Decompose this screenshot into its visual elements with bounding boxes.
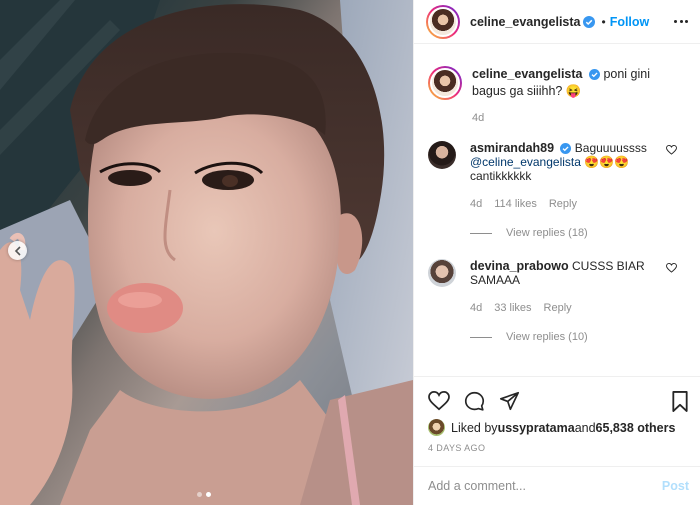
comment-item: asmirandah89 Baguuuussss @celine_evangel… <box>428 141 687 211</box>
bookmark-icon <box>672 390 688 412</box>
comment-avatar[interactable] <box>428 141 456 169</box>
view-replies-label: View replies (18) <box>506 227 588 239</box>
verified-badge-icon <box>588 69 600 81</box>
post-actions-section: Liked by ussypratama and 65,838 others 4… <box>414 376 700 463</box>
comment-avatar[interactable] <box>428 259 456 287</box>
carousel-prev-button[interactable] <box>8 241 27 260</box>
comment-controls: 4d 114 likes Reply <box>470 197 665 211</box>
comment-button[interactable] <box>464 391 485 412</box>
comment-time[interactable]: 4d <box>470 301 482 315</box>
heart-icon[interactable] <box>666 145 677 155</box>
comment-username[interactable]: asmirandah89 <box>470 141 554 155</box>
comment-mention-link[interactable]: @celine_evangelista <box>470 155 581 169</box>
carousel-dot <box>197 492 202 497</box>
carousel-indicator <box>197 492 211 497</box>
replies-divider <box>470 232 492 234</box>
post-side-panel: celine_evangelista • Follow celine_evang… <box>413 0 700 505</box>
heart-icon <box>428 391 450 411</box>
post-caption: celine_evangelista poni gini bagus ga si… <box>428 66 687 127</box>
view-replies-button[interactable]: View replies (10) <box>470 331 687 343</box>
caption-time[interactable]: 4d <box>472 110 687 127</box>
caption-avatar[interactable] <box>428 66 462 100</box>
comment-likes[interactable]: 114 likes <box>494 197 537 211</box>
avatar[interactable] <box>426 4 460 39</box>
verified-badge-icon <box>560 143 572 155</box>
post-photo[interactable] <box>0 0 413 505</box>
post-comment-button[interactable]: Post <box>662 479 689 493</box>
add-comment-input[interactable]: Add a comment... <box>428 479 662 493</box>
post-header: celine_evangelista • Follow <box>414 0 700 44</box>
separator-dot: • <box>601 14 606 29</box>
add-comment-bar: Add a comment... Post <box>414 466 700 505</box>
more-options-icon[interactable] <box>674 20 688 23</box>
heart-icon[interactable] <box>666 263 677 273</box>
likes-summary: Liked by ussypratama and 65,838 others <box>414 417 700 436</box>
replies-divider <box>470 336 492 338</box>
comment-username[interactable]: devina_prabowo <box>470 259 569 273</box>
share-button[interactable] <box>499 391 520 411</box>
save-button[interactable] <box>671 390 689 412</box>
reply-button[interactable]: Reply <box>544 301 572 315</box>
likes-prefix: Liked by <box>451 420 498 435</box>
liker-username[interactable]: ussypratama <box>498 421 575 435</box>
view-replies-label: View replies (10) <box>506 331 588 343</box>
header-username[interactable]: celine_evangelista <box>470 15 580 29</box>
liker-avatar[interactable] <box>428 419 445 436</box>
comment-text: Baguuuussss <box>574 141 647 155</box>
post-date[interactable]: 4 DAYS AGO <box>414 436 700 453</box>
follow-button[interactable]: Follow <box>610 15 650 29</box>
like-button[interactable] <box>428 391 450 411</box>
view-replies-button[interactable]: View replies (18) <box>470 227 687 239</box>
verified-badge-icon <box>583 15 596 28</box>
comment-bubble-icon <box>464 391 485 411</box>
likes-count[interactable]: 65,838 others <box>596 421 676 435</box>
comment-controls: 4d 33 likes Reply <box>470 301 665 315</box>
comments-list[interactable]: celine_evangelista poni gini bagus ga si… <box>414 54 700 376</box>
post-image <box>0 0 413 505</box>
carousel-dot-active <box>206 492 211 497</box>
action-bar <box>414 377 700 417</box>
comment-time[interactable]: 4d <box>470 197 482 211</box>
likes-middle: and <box>574 420 596 435</box>
comment-likes[interactable]: 33 likes <box>494 301 531 315</box>
comment-item: devina_prabowo CUSSS BIAR SAMAAA 4d 33 l… <box>428 259 687 315</box>
reply-button[interactable]: Reply <box>549 197 577 211</box>
caption-username[interactable]: celine_evangelista <box>472 67 582 81</box>
send-icon <box>499 391 520 411</box>
chevron-left-icon <box>14 245 21 256</box>
